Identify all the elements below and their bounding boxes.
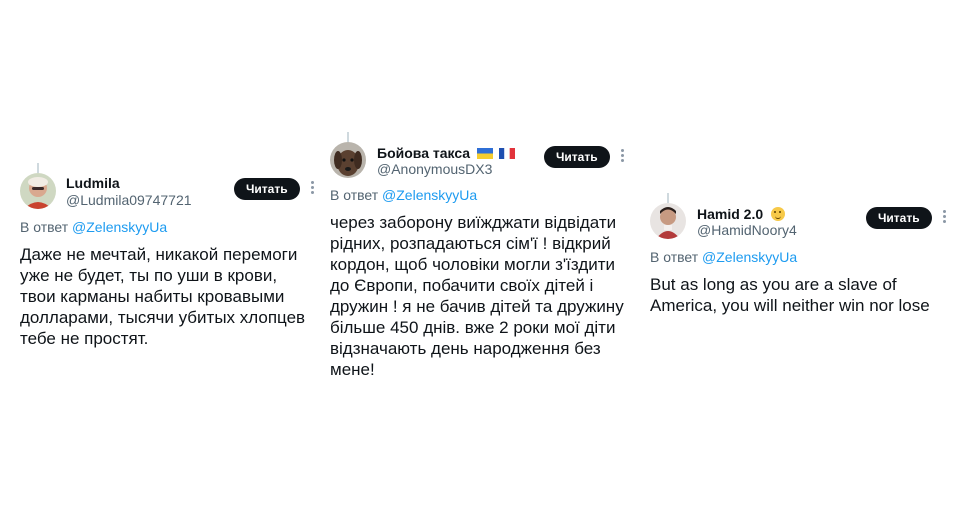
thread-line <box>667 193 669 203</box>
tweet-text-line: до Європи, побачити своїх дітей і <box>330 276 594 295</box>
tweet-text-line: відзначають день народження без <box>330 339 601 358</box>
avatar[interactable] <box>650 203 686 239</box>
display-name[interactable]: Бойова такса <box>377 145 515 161</box>
hugging-face-emoji-icon <box>771 207 786 221</box>
tweet-text-line: But as long as you are a slave of <box>650 275 897 294</box>
reply-to-line: В ответ @ZelenskyyUa <box>330 187 477 203</box>
tweet-text-line: America, you will neither win nor lose <box>650 296 930 315</box>
reply-mention-link[interactable]: @ZelenskyyUa <box>382 187 477 203</box>
user-handle[interactable]: @AnonymousDX3 <box>377 161 492 177</box>
reply-prefix: В ответ <box>330 187 379 203</box>
user-handle[interactable]: @HamidNoory4 <box>697 222 797 238</box>
tweet-text-line: кордон, щоб чоловіки могли з'їздити <box>330 255 616 274</box>
reply-prefix: В ответ <box>650 249 699 265</box>
france-flag-icon <box>498 148 515 159</box>
reply-to-line: В ответ @ZelenskyyUa <box>650 249 797 265</box>
user-handle[interactable]: @Ludmila09747721 <box>66 192 192 208</box>
follow-button[interactable]: Читать <box>544 146 610 168</box>
display-name[interactable]: Ludmila <box>66 175 120 191</box>
ukraine-flag-icon <box>476 148 493 159</box>
avatar[interactable] <box>330 142 366 178</box>
reply-to-line: В ответ @ZelenskyyUa <box>20 219 167 235</box>
reply-mention-link[interactable]: @ZelenskyyUa <box>702 249 797 265</box>
tweet-text: через заборону виїжджати відвідати рідни… <box>330 212 624 380</box>
reply-mention-link[interactable]: @ZelenskyyUa <box>72 219 167 235</box>
display-name-text: Hamid 2.0 <box>697 206 764 222</box>
tweet-text: Даже не мечтай, никакой перемоги уже не … <box>20 244 305 349</box>
more-options-icon[interactable] <box>941 210 947 226</box>
avatar[interactable] <box>20 173 56 209</box>
more-options-icon[interactable] <box>309 181 315 197</box>
tweet-text-line: долларами, тысячи убитых хлопцев <box>20 308 306 327</box>
thread-line <box>37 163 39 173</box>
tweet-text-line: уже не будет, ты по уши в крови, <box>20 266 278 285</box>
display-name[interactable]: Hamid 2.0 <box>697 206 786 222</box>
tweet-text-line: через заборону виїжджати відвідати <box>330 213 617 232</box>
thread-line <box>347 132 349 142</box>
tweet-text-line: твои карманы набиты кровавыми <box>20 287 285 306</box>
tweet-text-line: мене! <box>330 360 375 379</box>
follow-button[interactable]: Читать <box>866 207 932 229</box>
tweet-text: But as long as you are a slave of Americ… <box>650 274 930 316</box>
reply-prefix: В ответ <box>20 219 69 235</box>
follow-button[interactable]: Читать <box>234 178 300 200</box>
tweet-text-line: Даже не мечтай, никакой перемоги <box>20 245 298 264</box>
tweet-text-line: дружин ! я не бачив дітей та дружину <box>330 297 624 316</box>
more-options-icon[interactable] <box>619 149 625 165</box>
display-name-text: Бойова такса <box>377 145 471 161</box>
tweet-text-line: тебе не простят. <box>20 329 149 348</box>
tweet-text-line: рідних, розпадаються сім'ї ! відкрий <box>330 234 611 253</box>
tweet-text-line: більше 450 днів. вже 2 роки мої діти <box>330 318 616 337</box>
